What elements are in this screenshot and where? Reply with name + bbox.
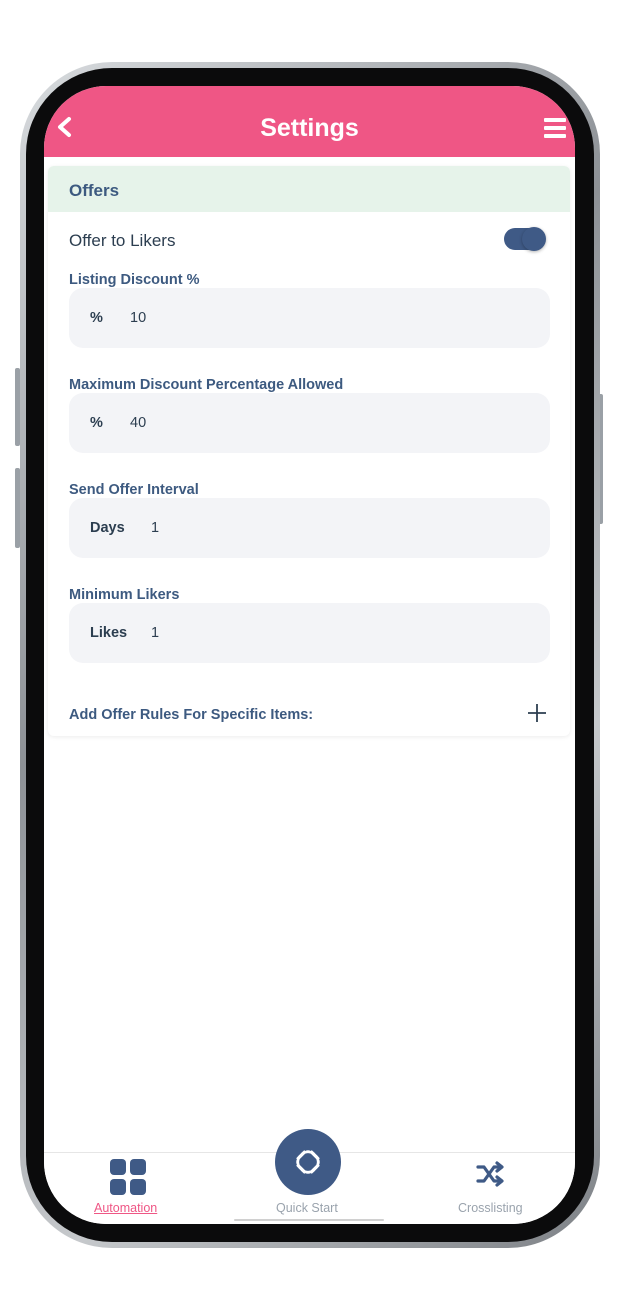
- field-value: 10: [130, 310, 147, 326]
- toggle-knob: [522, 227, 546, 251]
- send-offer-interval-input[interactable]: Days 1: [69, 498, 550, 558]
- app-header: Settings: [44, 86, 575, 157]
- field-value: 1: [151, 625, 160, 641]
- field-unit: Likes: [90, 625, 128, 641]
- shuffle-icon[interactable]: [476, 1161, 506, 1187]
- home-indicator: [234, 1219, 384, 1221]
- section-header: Offers: [48, 166, 570, 212]
- quick-start-button[interactable]: [275, 1129, 341, 1195]
- app-screen: Settings Offers Offer to Likers Listing …: [44, 86, 575, 1224]
- add-offer-rules-label: Add Offer Rules For Specific Items:: [69, 707, 314, 723]
- minimum-likers-label: Minimum Likers: [69, 587, 180, 603]
- offer-to-likers-label: Offer to Likers: [69, 231, 176, 250]
- field-value: 40: [130, 415, 147, 431]
- hamburger-menu-icon[interactable]: [544, 118, 566, 138]
- page-title: Settings: [260, 114, 359, 142]
- section-title: Offers: [69, 181, 120, 200]
- minimum-likers-input[interactable]: Likes 1: [69, 603, 550, 663]
- max-discount-label: Maximum Discount Percentage Allowed: [69, 377, 344, 393]
- offer-to-likers-toggle[interactable]: [504, 227, 546, 251]
- nav-quick-start[interactable]: Quick Start: [276, 1201, 338, 1215]
- field-value: 1: [151, 520, 160, 536]
- field-unit: %: [90, 310, 103, 326]
- offers-card: Offers Offer to Likers Listing Discount …: [48, 166, 570, 736]
- nav-automation[interactable]: Automation: [94, 1201, 157, 1215]
- field-unit: %: [90, 415, 103, 431]
- send-offer-interval-label: Send Offer Interval: [69, 482, 199, 498]
- grid-icon[interactable]: [110, 1159, 146, 1195]
- nav-crosslisting[interactable]: Crosslisting: [458, 1201, 523, 1215]
- listing-discount-input[interactable]: % 10: [69, 288, 550, 348]
- max-discount-input[interactable]: % 40: [69, 393, 550, 453]
- listing-discount-label: Listing Discount %: [69, 272, 200, 288]
- quick-start-icon: [296, 1150, 320, 1174]
- field-unit: Days: [90, 520, 125, 536]
- plus-icon[interactable]: [526, 702, 548, 724]
